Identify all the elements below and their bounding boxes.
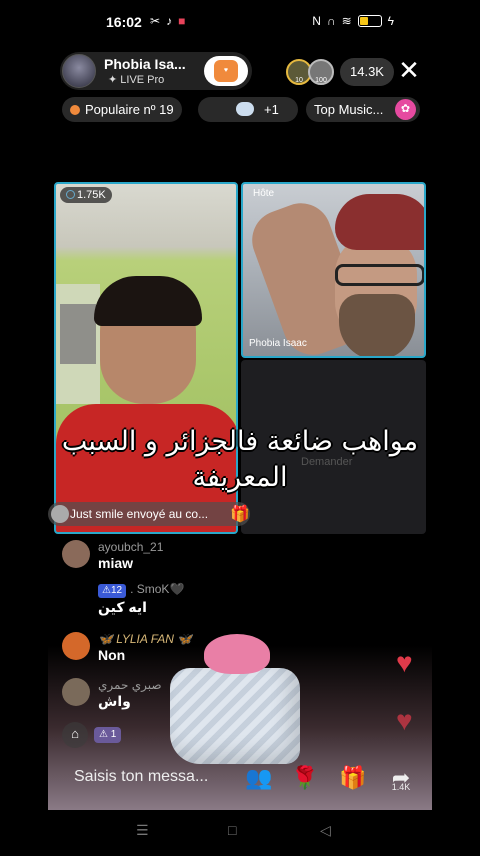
- guest-hair: [94, 276, 202, 326]
- popular-icon: [70, 105, 80, 115]
- charging-icon: ϟ: [387, 14, 394, 28]
- record-icon: ■: [178, 14, 186, 28]
- message-input[interactable]: Saisis ton messa...: [62, 760, 232, 794]
- guest-coin-count: 1.75K: [77, 189, 106, 201]
- top-viewer-avatar-2[interactable]: 100: [308, 59, 334, 85]
- caption-line-2: المعريفة: [192, 462, 288, 493]
- chat-avatar[interactable]: [62, 678, 90, 706]
- host-cap: [335, 194, 424, 250]
- gift-notice-icon: 🎁: [230, 506, 250, 523]
- follow-button[interactable]: ♥: [204, 56, 248, 86]
- chat-username[interactable]: صبري حمري: [98, 678, 162, 692]
- chat-text: miaw: [98, 555, 134, 571]
- viewer-count[interactable]: 14.3K: [340, 58, 394, 86]
- chat-username-line[interactable]: ⚠12. SmoK🖤: [98, 582, 184, 598]
- status-left-icons: ✂ ♪ ■: [150, 14, 185, 28]
- live-pro-icon: ✦: [108, 74, 118, 86]
- chat-username[interactable]: ayoubch_21: [98, 540, 163, 554]
- ranking-icon: [236, 102, 254, 116]
- top-viewers[interactable]: 10 100 14.3K: [286, 58, 394, 86]
- level-number: 12: [110, 585, 123, 596]
- gift-box-body: [170, 668, 300, 764]
- nfc-icon: N: [312, 14, 321, 28]
- popular-chip[interactable]: Populaire nº 19: [62, 97, 182, 122]
- shopping-bag-icon[interactable]: ⌂: [62, 722, 88, 748]
- host-glasses: [335, 264, 424, 286]
- level-badge: ⚠12: [98, 584, 127, 598]
- host-subtitle: ✦ LIVE Pro: [108, 73, 164, 86]
- chat-username[interactable]: 🦋 LYLIA FAN 🦋: [98, 632, 192, 646]
- gift-notice-text: Just smile envoyé au co...: [70, 507, 209, 521]
- ranking-chip[interactable]: +1: [198, 97, 298, 122]
- caption-line-1: مواهب ضائعة فالجزائر و السبب: [61, 426, 419, 457]
- gift-icon[interactable]: 🎁: [336, 762, 370, 794]
- mini-badge-count: 1: [110, 729, 117, 740]
- popular-label: Populaire nº 19: [85, 102, 174, 117]
- heart-badge-icon: ♥: [214, 60, 238, 82]
- share-count: 1.4K: [391, 782, 411, 792]
- chat-message[interactable]: ayoubch_21 miaw: [62, 540, 163, 572]
- host-avatar[interactable]: [62, 54, 96, 88]
- wifi-icon: ≋: [341, 14, 352, 28]
- host-tag: Hôte: [253, 188, 275, 199]
- chat-toolbar-row: ⌂ ⚠ 1: [62, 722, 122, 748]
- recent-apps-icon[interactable]: ☰: [136, 822, 149, 839]
- chat-text: واش: [98, 693, 131, 709]
- tiktok-icon: ♪: [166, 14, 173, 28]
- status-right-icons: N ∩ ≋ ϟ: [312, 14, 394, 28]
- close-button[interactable]: ✕: [396, 57, 422, 84]
- gift-bow: [204, 634, 270, 674]
- battery-icon: [357, 15, 382, 27]
- system-nav-bar: ☰ □ ◁: [0, 810, 480, 856]
- gift-notice: Just smile envoyé au co...: [48, 502, 250, 526]
- music-chip[interactable]: Top Music... ✿: [306, 97, 420, 122]
- battery-fill: [359, 17, 369, 25]
- chat-message[interactable]: ⚠12. SmoK🖤 ايه كين: [98, 582, 184, 616]
- guest-coin-badge: 1.75K: [60, 187, 112, 203]
- host-pill[interactable]: Phobia Isa... ✦ LIVE Pro ♥: [60, 52, 252, 90]
- scissors-icon: ✂: [150, 14, 161, 28]
- ranking-label: +1: [264, 102, 279, 117]
- gift-sender-avatar: [51, 505, 69, 523]
- viewer-badge-2: 100: [315, 77, 327, 84]
- music-icon: ✿: [395, 99, 416, 120]
- host-beard: [339, 294, 415, 356]
- chat-avatar[interactable]: [62, 632, 90, 660]
- host-video-tile[interactable]: Hôte Phobia Isaac: [241, 182, 426, 358]
- viewer-badge-1: 10: [295, 77, 303, 84]
- chat-message[interactable]: صبري حمري واش: [62, 678, 162, 710]
- host-subtitle-text: LIVE Pro: [120, 74, 165, 86]
- host-name: Phobia Isa...: [104, 56, 186, 72]
- home-icon[interactable]: □: [228, 822, 236, 838]
- back-icon[interactable]: ◁: [320, 822, 331, 839]
- gift-animation: [164, 634, 306, 766]
- status-time: 16:02: [106, 14, 142, 30]
- status-bar: 16:02 ✂ ♪ ■ N ∩ ≋ ϟ: [0, 0, 480, 44]
- floating-heart-icon: ♥: [396, 705, 413, 736]
- host-tile-name: Phobia Isaac: [249, 338, 307, 349]
- chat-text: ايه كين: [98, 599, 147, 615]
- coin-icon: [66, 190, 75, 199]
- multi-guest-icon[interactable]: 👥: [242, 762, 276, 794]
- headset-icon: ∩: [326, 14, 336, 28]
- video-caption: مواهب ضائعة فالجزائر و السبب المعريفة: [40, 424, 440, 496]
- rose-icon[interactable]: 🌹: [288, 762, 322, 794]
- guest-background-frame: [60, 304, 96, 364]
- floating-heart-icon: ♥: [396, 647, 413, 678]
- chat-avatar[interactable]: [62, 540, 90, 568]
- chat-username[interactable]: . SmoK🖤: [130, 582, 184, 596]
- mini-badge: ⚠ 1: [94, 727, 122, 743]
- music-label: Top Music...: [314, 102, 384, 117]
